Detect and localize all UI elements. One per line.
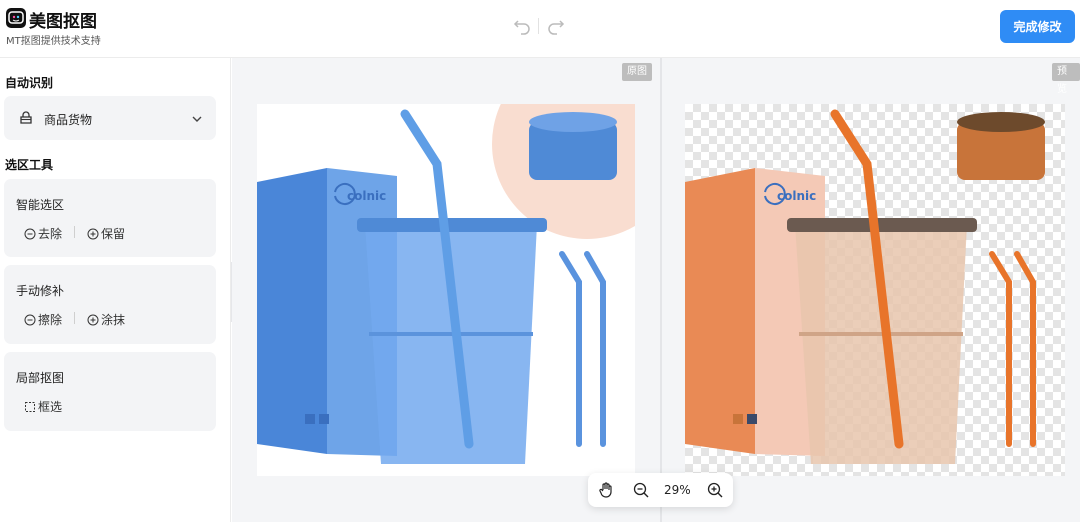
smart-keep-label: 保留 [101, 227, 126, 241]
original-canvas[interactable]: 原图 colnic [232, 58, 660, 522]
zoom-out-icon[interactable] [632, 481, 650, 503]
smart-select-title: 智能选区 [16, 198, 65, 212]
zoom-in-icon[interactable] [706, 481, 724, 503]
plus-circle-icon [87, 314, 99, 325]
app-subtitle: MT抠图提供技术支持 [6, 36, 101, 47]
undo-icon[interactable] [512, 16, 532, 36]
manual-paint-button[interactable]: 涂抹 [87, 311, 125, 328]
preview-image: colnic [685, 104, 1065, 476]
tool-divider [74, 226, 75, 238]
preview-tag: 预览 [1052, 63, 1080, 95]
done-button[interactable]: 完成修改 [1000, 10, 1075, 43]
minus-circle-icon [24, 228, 36, 239]
manual-fix-card: 手动修补 擦除 涂抹 [4, 265, 216, 344]
smart-remove-label: 去除 [38, 227, 63, 241]
redo-icon[interactable] [546, 16, 566, 36]
zoom-toolbar: 29% [588, 473, 733, 507]
bag-icon [19, 110, 33, 129]
manual-fix-title: 手动修补 [16, 284, 65, 298]
app-title: 美图抠图 [29, 12, 97, 32]
original-tag: 原图 [622, 63, 652, 81]
category-select[interactable]: 商品货物 [4, 96, 216, 140]
manual-erase-button[interactable]: 擦除 [24, 311, 62, 328]
local-cutout-title: 局部抠图 [16, 371, 65, 385]
chevron-down-icon [190, 111, 204, 130]
hand-icon[interactable] [598, 481, 616, 503]
smart-keep-button[interactable]: 保留 [87, 225, 125, 242]
top-bar: 美图抠图 MT抠图提供技术支持 完成修改 [0, 0, 1080, 58]
plus-circle-icon [87, 228, 99, 239]
selection-tools-heading: 选区工具 [5, 158, 54, 172]
manual-erase-label: 擦除 [38, 313, 63, 327]
toolbar-divider [538, 18, 539, 34]
category-select-value: 商品货物 [44, 113, 93, 127]
smart-select-card: 智能选区 去除 保留 [4, 179, 216, 257]
box-brand-text: colnic [347, 189, 386, 203]
box-brand-text: colnic [777, 189, 816, 203]
zoom-level: 29% [664, 483, 691, 497]
smart-remove-button[interactable]: 去除 [24, 225, 62, 242]
minus-circle-icon [24, 314, 36, 325]
preview-canvas[interactable]: 预览 colnic [662, 58, 1080, 522]
tool-divider [74, 312, 75, 324]
sidebar: 自动识别 商品货物 选区工具 智能选区 去除 保留 手动修补 擦除 涂抹 局部抠… [0, 58, 231, 522]
app-logo [6, 8, 26, 28]
auto-detect-heading: 自动识别 [5, 76, 54, 90]
box-select-button[interactable]: 框选 [24, 398, 62, 415]
local-cutout-card: 局部抠图 框选 [4, 352, 216, 431]
marquee-icon [25, 401, 35, 412]
original-image: colnic [257, 104, 635, 476]
box-select-label: 框选 [38, 400, 63, 414]
manual-paint-label: 涂抹 [101, 313, 126, 327]
